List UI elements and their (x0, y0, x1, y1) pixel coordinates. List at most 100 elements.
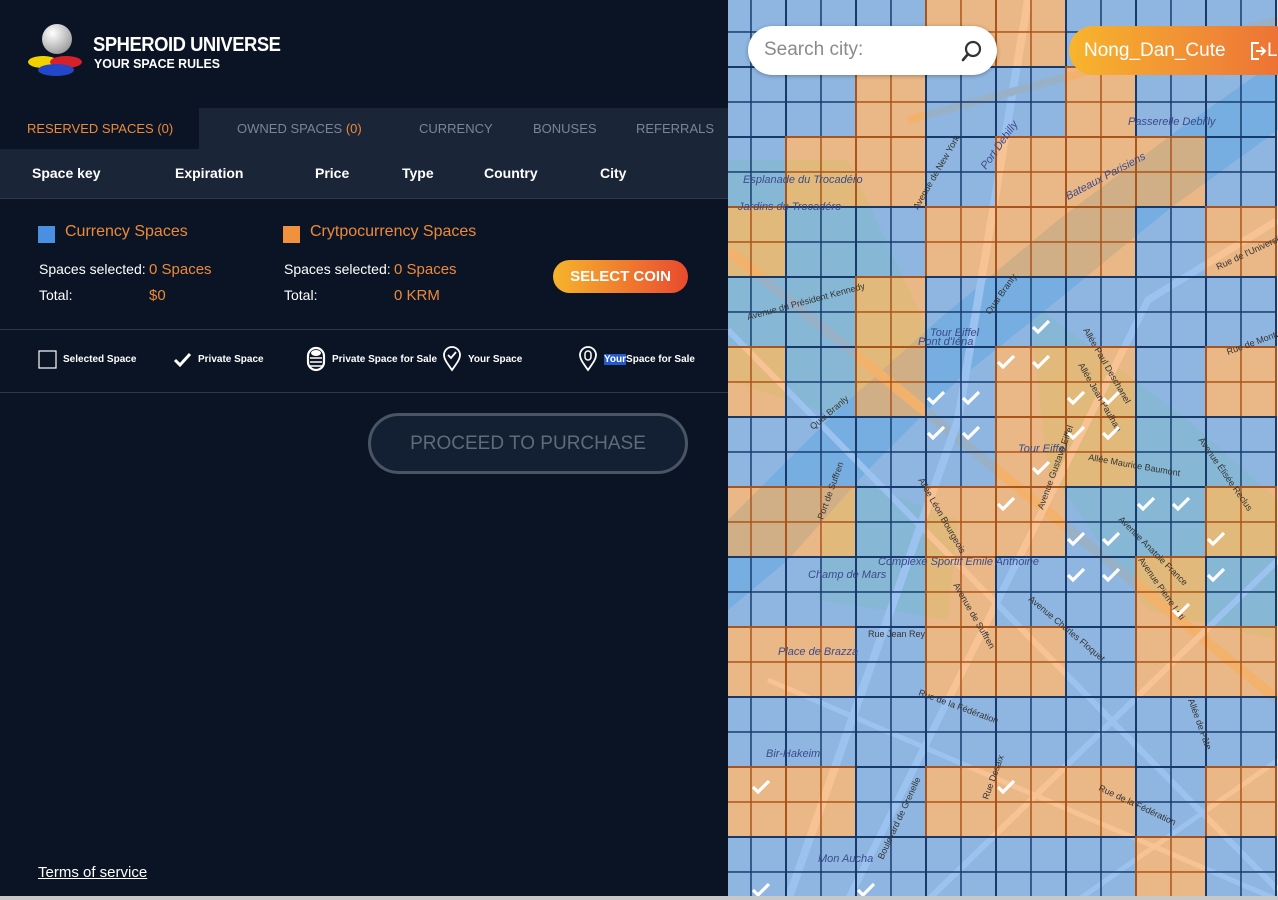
tab-owned-spaces[interactable]: OWNED SPACES (0) (237, 108, 362, 149)
space-cell[interactable] (1240, 696, 1277, 733)
space-cell[interactable] (750, 451, 787, 488)
space-cell[interactable] (728, 136, 752, 173)
space-cell[interactable] (1065, 521, 1102, 558)
space-cell[interactable] (728, 0, 752, 33)
space-cell[interactable] (1240, 836, 1277, 873)
space-cell[interactable] (1240, 591, 1277, 628)
space-cell[interactable] (750, 766, 787, 803)
search-icon[interactable] (961, 40, 983, 62)
space-cell[interactable] (728, 801, 752, 838)
space-cell[interactable] (1170, 206, 1207, 243)
space-cell[interactable] (728, 381, 752, 418)
space-cell[interactable] (785, 766, 822, 803)
space-cell[interactable] (855, 241, 892, 278)
column-header-type[interactable]: Type (402, 165, 434, 181)
space-cell[interactable] (855, 311, 892, 348)
space-cell[interactable] (820, 136, 857, 173)
space-cell[interactable] (750, 381, 787, 418)
space-cell[interactable] (925, 626, 962, 663)
space-cell[interactable] (1030, 696, 1067, 733)
space-cell[interactable] (750, 101, 787, 138)
space-cell[interactable] (1240, 661, 1277, 698)
space-cell[interactable] (785, 696, 822, 733)
space-cell[interactable] (1065, 101, 1102, 138)
space-cell[interactable] (1065, 486, 1102, 523)
column-header-city[interactable]: City (600, 165, 626, 181)
space-cell[interactable] (995, 381, 1032, 418)
space-cell[interactable] (960, 101, 997, 138)
space-cell[interactable] (728, 346, 752, 383)
space-cell[interactable] (1240, 416, 1277, 453)
space-cell[interactable] (728, 486, 752, 523)
space-cell[interactable] (995, 801, 1032, 838)
space-cell[interactable] (855, 801, 892, 838)
space-cell[interactable] (855, 206, 892, 243)
space-cell[interactable] (1170, 171, 1207, 208)
proceed-to-purchase-button[interactable]: PROCEED TO PURCHASE (368, 413, 688, 474)
space-cell[interactable] (1240, 521, 1277, 558)
space-cell[interactable] (1170, 346, 1207, 383)
space-cell[interactable] (750, 661, 787, 698)
space-cell[interactable] (855, 661, 892, 698)
map-view[interactable]: Bateaux Parisiens Tour Eiffel Tour Eiffel P… (728, 0, 1278, 900)
space-cell[interactable] (728, 696, 752, 733)
space-cell[interactable] (890, 276, 927, 313)
space-cell[interactable] (995, 31, 1032, 68)
space-cell[interactable] (1065, 801, 1102, 838)
space-cell[interactable] (785, 801, 822, 838)
tab-reserved-spaces[interactable]: RESERVED SPACES (0) (0, 108, 199, 149)
space-cell[interactable] (820, 241, 857, 278)
space-cell[interactable] (890, 206, 927, 243)
space-cell[interactable] (1030, 521, 1067, 558)
space-cell[interactable] (855, 731, 892, 768)
space-cell[interactable] (728, 521, 752, 558)
space-cell[interactable] (925, 101, 962, 138)
logout-button[interactable]: L (1249, 40, 1278, 62)
space-cell[interactable] (925, 591, 962, 628)
space-cell[interactable] (728, 836, 752, 873)
space-cell[interactable] (890, 591, 927, 628)
space-cell[interactable] (890, 486, 927, 523)
tab-currency[interactable]: CURRENCY (419, 108, 493, 149)
space-cell[interactable] (855, 451, 892, 488)
space-cell[interactable] (855, 101, 892, 138)
space-cell[interactable] (925, 801, 962, 838)
space-cell[interactable] (1240, 451, 1277, 488)
space-cell[interactable] (1030, 626, 1067, 663)
space-cell[interactable] (728, 731, 752, 768)
space-cell[interactable] (1240, 731, 1277, 768)
space-cell[interactable] (820, 591, 857, 628)
space-cell[interactable] (750, 486, 787, 523)
space-cell[interactable] (750, 241, 787, 278)
space-cell[interactable] (960, 521, 997, 558)
select-coin-button[interactable]: SELECT COIN (553, 260, 688, 293)
space-cell[interactable] (1100, 556, 1137, 593)
space-cell[interactable] (1065, 731, 1102, 768)
space-cell[interactable] (1240, 766, 1277, 803)
brand-logo[interactable]: SPHEROID UNIVERSE YOUR SPACE RULES (28, 22, 288, 82)
space-cell[interactable] (1135, 486, 1172, 523)
column-header-price[interactable]: Price (315, 165, 349, 181)
space-cell[interactable] (1205, 521, 1242, 558)
space-cell[interactable] (960, 731, 997, 768)
space-cell[interactable] (785, 101, 822, 138)
space-cell[interactable] (995, 766, 1032, 803)
space-cell[interactable] (1205, 171, 1242, 208)
space-cell[interactable] (890, 241, 927, 278)
space-cell[interactable] (995, 311, 1032, 348)
space-cell[interactable] (1170, 276, 1207, 313)
space-cell[interactable] (820, 696, 857, 733)
space-cell[interactable] (855, 416, 892, 453)
space-cell[interactable] (960, 661, 997, 698)
space-cell[interactable] (728, 626, 752, 663)
space-cell[interactable] (750, 556, 787, 593)
space-cell[interactable] (1030, 31, 1067, 68)
space-cell[interactable] (1065, 241, 1102, 278)
space-cell[interactable] (1030, 661, 1067, 698)
space-cell[interactable] (1030, 801, 1067, 838)
space-cell[interactable] (785, 311, 822, 348)
space-cell[interactable] (728, 276, 752, 313)
space-cell[interactable] (1205, 276, 1242, 313)
space-cell[interactable] (728, 591, 752, 628)
space-cell[interactable] (1030, 101, 1067, 138)
